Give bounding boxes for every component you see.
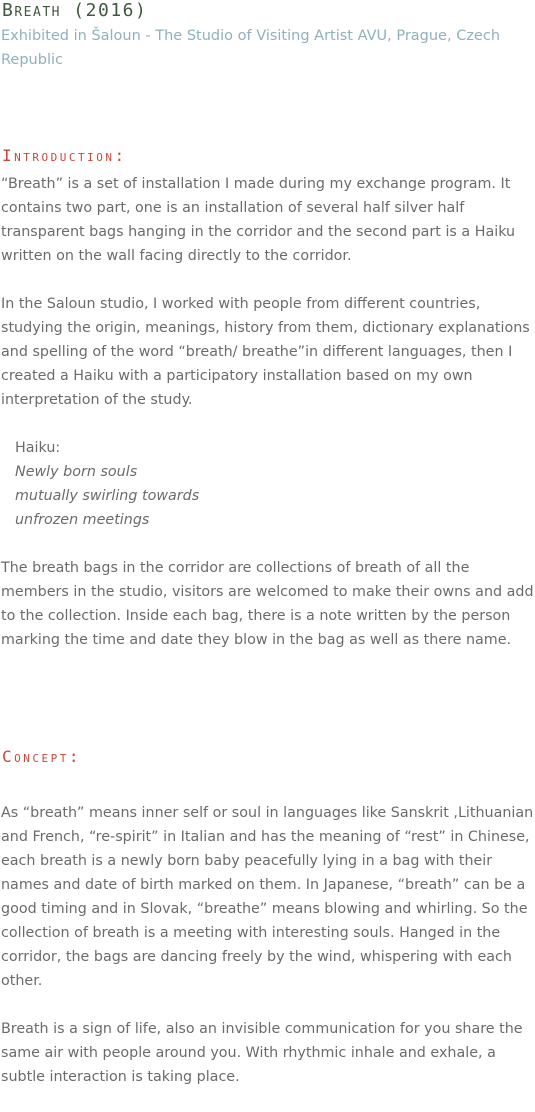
haiku-line-2: mutually swirling towards [15, 488, 200, 504]
introduction-heading: Introduction: [2, 146, 127, 165]
concept-paragraph-1: As “breath” means inner self or soul in … [1, 805, 534, 989]
haiku-label: Haiku: [15, 440, 61, 456]
introduction-paragraph-2: In the Saloun studio, I worked with peop… [1, 296, 530, 408]
haiku-line-1: Newly born souls [15, 464, 138, 480]
haiku-line-3: unfrozen meetings [15, 512, 150, 528]
introduction-closing-paragraph: The breath bags in the corridor are coll… [1, 560, 534, 648]
introduction-paragraph-1: “Breath” is a set of installation I made… [1, 176, 516, 264]
concept-heading: Concept: [2, 747, 82, 766]
concept-paragraph-2: Breath is a sign of life, also an invisi… [1, 1021, 523, 1085]
article: Breath (2016) Exhibited in Šaloun - The … [0, 0, 535, 1112]
exhibition-subtitle: Exhibited in Šaloun - The Studio of Visi… [1, 28, 501, 68]
page-title: Breath (2016) [2, 0, 148, 21]
haiku-block: Haiku: Newly born souls mutually swirlin… [15, 436, 515, 532]
